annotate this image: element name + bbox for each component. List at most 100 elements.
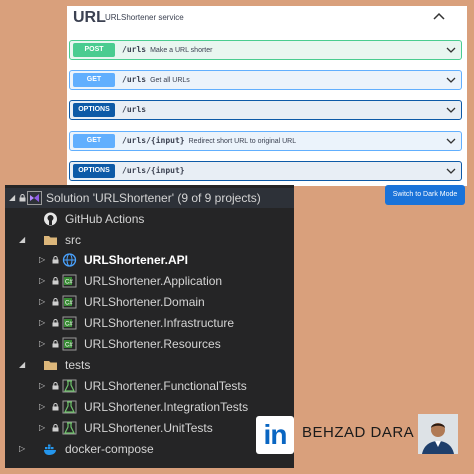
path-text: /urls/{input} — [122, 136, 185, 145]
chevron-down-icon[interactable] — [446, 136, 456, 146]
operation-path: /urls/{input} — [122, 166, 185, 175]
csharp-project-icon: C# — [62, 295, 77, 309]
collapsed-arrow-icon[interactable]: ▷ — [39, 292, 49, 312]
project-domain[interactable]: ▷ C# URLShortener.Domain — [5, 292, 294, 312]
docker-icon — [44, 444, 56, 455]
collapsed-arrow-icon[interactable]: ▷ — [39, 250, 49, 270]
lock-icon — [52, 382, 59, 390]
collapsed-arrow-icon[interactable]: ▷ — [39, 313, 49, 333]
folder-icon — [44, 236, 57, 245]
collapsed-arrow-icon[interactable]: ▷ — [39, 397, 49, 417]
svg-text:C#: C# — [65, 280, 73, 286]
svg-text:C#: C# — [65, 301, 73, 307]
collapsed-arrow-icon[interactable]: ▷ — [19, 439, 29, 459]
linkedin-logo: in — [256, 416, 294, 454]
folder-icon — [44, 361, 57, 370]
lock-icon — [52, 256, 59, 264]
dark-mode-button[interactable]: Switch to Dark Mode — [385, 185, 465, 205]
collapsed-arrow-icon[interactable]: ▷ — [39, 418, 49, 438]
csharp-project-icon: C# — [62, 337, 77, 351]
operation-get-urls[interactable]: GET /urls Get all URLs — [69, 70, 462, 90]
chevron-down-icon[interactable] — [446, 166, 456, 176]
solution-explorer: ◢ Solution 'URLShortener' (9 of 9 projec… — [5, 185, 294, 468]
csharp-project-icon: C# — [62, 274, 77, 288]
expanded-arrow-icon[interactable]: ◢ — [9, 188, 19, 208]
operation-description: Redirect short URL to original URL — [188, 138, 297, 145]
operation-path: /urls/{input} Redirect short URL to origi… — [122, 136, 296, 145]
swagger-header[interactable]: URL URLShortener service — [67, 6, 467, 32]
operation-description: Get all URLs — [150, 77, 190, 84]
method-badge: GET — [73, 73, 115, 87]
test-project-icon — [62, 421, 77, 435]
project-label: URLShortener.Infrastructure — [84, 316, 235, 330]
lock-icon — [52, 277, 59, 285]
author-name: BEHZAD DARA — [302, 424, 415, 441]
chevron-down-icon[interactable] — [446, 45, 456, 55]
method-badge: OPTIONS — [73, 103, 115, 117]
method-badge: GET — [73, 134, 115, 148]
operation-description: Make a URL shorter — [150, 47, 213, 54]
path-text: /urls/{input} — [122, 166, 185, 175]
api-title: URL — [73, 9, 106, 26]
github-icon — [44, 212, 57, 226]
visual-studio-solution-icon — [27, 191, 42, 205]
project-label: URLShortener.Application — [84, 274, 223, 288]
operation-post-urls[interactable]: POST /urls Make a URL shorter — [69, 40, 462, 60]
folder-label: src — [65, 233, 81, 247]
lock-icon — [52, 403, 59, 411]
expanded-arrow-icon[interactable]: ◢ — [19, 355, 29, 375]
project-functional-tests[interactable]: ▷ URLShortener.FunctionalTests — [5, 376, 294, 396]
project-label: URLShortener.IntegrationTests — [84, 400, 249, 414]
test-project-icon — [62, 400, 77, 414]
project-label: URLShortener.Domain — [84, 295, 205, 309]
linkedin-mark: in — [263, 419, 288, 450]
project-label: URLShortener.API — [84, 253, 189, 267]
lock-icon — [52, 319, 59, 327]
lock-icon — [52, 424, 59, 432]
operation-options-urls-input[interactable]: OPTIONS /urls/{input} — [69, 161, 462, 181]
github-actions-node[interactable]: GitHub Actions — [5, 209, 294, 229]
chevron-down-icon[interactable] — [446, 75, 456, 85]
project-label: URLShortener.FunctionalTests — [84, 379, 247, 393]
project-resources[interactable]: ▷ C# URLShortener.Resources — [5, 334, 294, 354]
avatar — [418, 414, 458, 454]
solution-label: Solution 'URLShortener' (9 of 9 projects… — [46, 191, 261, 205]
project-infrastructure[interactable]: ▷ C# URLShortener.Infrastructure — [5, 313, 294, 333]
docker-compose-label: docker-compose — [65, 442, 154, 456]
project-application[interactable]: ▷ C# URLShortener.Application — [5, 271, 294, 291]
lock-icon — [52, 298, 59, 306]
chevron-down-icon[interactable] — [446, 105, 456, 115]
collapsed-arrow-icon[interactable]: ▷ — [39, 271, 49, 291]
lock-icon — [19, 194, 26, 202]
svg-text:C#: C# — [65, 322, 73, 328]
web-project-icon — [62, 253, 77, 267]
folder-tests[interactable]: ◢ tests — [5, 355, 294, 375]
operation-options-urls[interactable]: OPTIONS /urls — [69, 100, 462, 120]
api-subtitle: URLShortener service — [105, 13, 184, 22]
solution-node[interactable]: ◢ Solution 'URLShortener' (9 of 9 projec… — [5, 188, 294, 208]
lock-icon — [52, 340, 59, 348]
project-label: URLShortener.UnitTests — [84, 421, 213, 435]
expanded-arrow-icon[interactable]: ◢ — [19, 230, 29, 250]
svg-text:C#: C# — [65, 343, 73, 349]
operation-path: /urls Make a URL shorter — [122, 45, 212, 54]
project-label: URLShortener.Resources — [84, 337, 221, 351]
test-project-icon — [62, 379, 77, 393]
project-api[interactable]: ▷ URLShortener.API — [5, 250, 294, 270]
operation-path: /urls Get all URLs — [122, 75, 190, 84]
person-photo-icon — [418, 414, 458, 454]
operation-get-urls-input[interactable]: GET /urls/{input} Redirect short URL to o… — [69, 131, 462, 151]
folder-label: tests — [65, 358, 91, 372]
collapsed-arrow-icon[interactable]: ▷ — [39, 334, 49, 354]
path-text: /urls — [122, 45, 147, 54]
path-text: /urls — [122, 105, 147, 114]
folder-src[interactable]: ◢ src — [5, 230, 294, 250]
operation-path: /urls — [122, 105, 146, 114]
csharp-project-icon: C# — [62, 316, 77, 330]
project-unit-tests[interactable]: ▷ URLShortener.UnitTests — [5, 418, 294, 438]
project-integration-tests[interactable]: ▷ URLShortener.IntegrationTests — [5, 397, 294, 417]
chevron-up-icon[interactable] — [432, 10, 446, 24]
docker-compose-node[interactable]: ▷ docker-compose — [5, 439, 294, 459]
method-badge: POST — [73, 43, 115, 57]
collapsed-arrow-icon[interactable]: ▷ — [39, 376, 49, 396]
